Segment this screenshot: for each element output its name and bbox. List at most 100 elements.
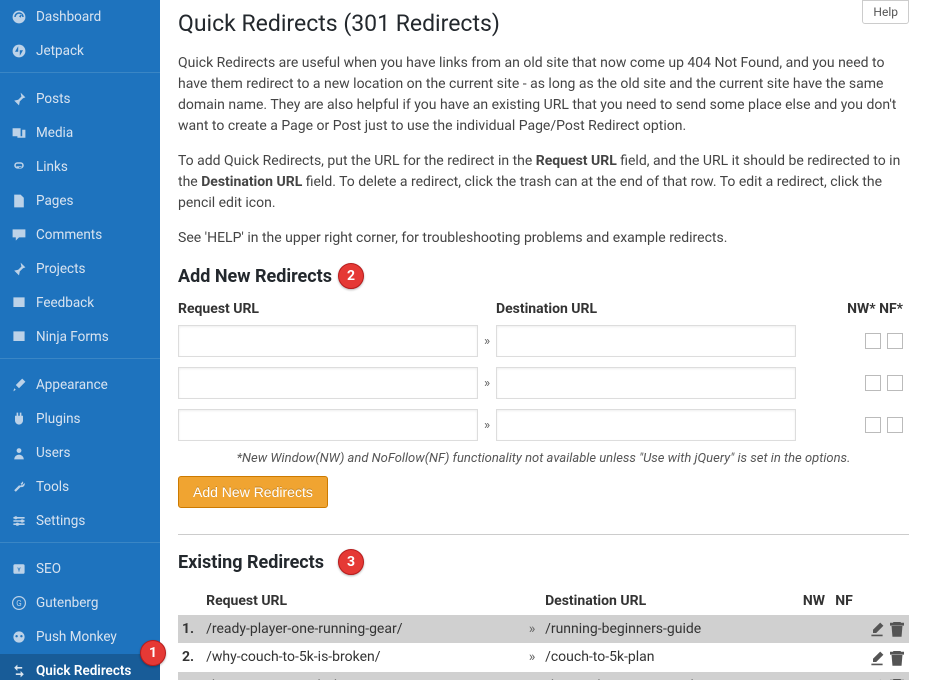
row-destination-url: /how-to-lose-150-pounds: [541, 672, 799, 680]
request-url-input[interactable]: [178, 409, 478, 441]
sidebar-separator: [0, 358, 160, 364]
table-row: 3./harry-potter-weight-loss/»/how-to-los…: [178, 672, 909, 680]
link-icon: [10, 158, 28, 176]
page-title: Quick Redirects (301 Redirects): [178, 10, 500, 37]
svg-text:G: G: [16, 599, 21, 608]
sidebar-label: Posts: [36, 91, 70, 107]
sidebar-label: Push Monkey: [36, 629, 117, 645]
sidebar-item-seo[interactable]: Y SEO: [0, 552, 160, 586]
intro-paragraph-1: Quick Redirects are useful when you have…: [178, 53, 909, 137]
circle-dot-icon: [10, 42, 28, 60]
arrow-icon: »: [478, 376, 496, 391]
add-row: »: [178, 409, 909, 441]
destination-url-input[interactable]: [496, 367, 796, 399]
sidebar-label: Feedback: [36, 295, 94, 311]
col-header-request: Request URL: [202, 587, 523, 615]
trash-icon[interactable]: [885, 649, 905, 665]
trash-icon[interactable]: [885, 621, 905, 637]
sidebar-label: Quick Redirects: [36, 663, 131, 679]
existing-redirects-table: Request URL Destination URL NW NF 1./rea…: [178, 587, 909, 680]
destination-url-input[interactable]: [496, 325, 796, 357]
sidebar-item-pages[interactable]: Pages: [0, 184, 160, 218]
sidebar-item-ninja-forms[interactable]: Ninja Forms: [0, 320, 160, 354]
sidebar-item-quick-redirects[interactable]: Quick Redirects: [0, 654, 160, 680]
sidebar-item-push-monkey[interactable]: Push Monkey: [0, 620, 160, 654]
monkey-icon: [10, 628, 28, 646]
col-header-nw: NW: [799, 587, 829, 615]
nw-checkbox[interactable]: [865, 375, 881, 391]
sidebar-label: Media: [36, 125, 73, 141]
nw-checkbox[interactable]: [865, 417, 881, 433]
wrench-icon: [10, 478, 28, 496]
media-icon: [10, 124, 28, 142]
sidebar-label: Pages: [36, 193, 74, 209]
pin-icon: [10, 260, 28, 278]
edit-icon[interactable]: [865, 649, 885, 665]
nw-checkbox[interactable]: [865, 333, 881, 349]
pin-icon: [10, 90, 28, 108]
redirect-icon: [10, 662, 28, 680]
gutenberg-icon: G: [10, 594, 28, 612]
sidebar-separator: [0, 542, 160, 548]
sidebar-label: Links: [36, 159, 68, 175]
existing-redirects-heading: Existing Redirects 3: [178, 549, 909, 575]
sidebar-item-comments[interactable]: Comments: [0, 218, 160, 252]
svg-text:Y: Y: [17, 567, 21, 573]
nf-checkbox[interactable]: [887, 333, 903, 349]
sidebar-item-projects[interactable]: Projects: [0, 252, 160, 286]
arrow-icon: »: [478, 334, 496, 349]
annotation-badge-3: 3: [338, 549, 364, 575]
add-redirects-button[interactable]: Add New Redirects: [178, 476, 328, 508]
sidebar-label: Comments: [36, 227, 102, 243]
row-request-url: /why-couch-to-5k-is-broken/: [202, 643, 523, 671]
sidebar-item-gutenberg[interactable]: GGutenberg: [0, 586, 160, 620]
feedback-icon: [10, 294, 28, 312]
sidebar-item-jetpack[interactable]: Jetpack: [0, 34, 160, 68]
sidebar-label: SEO: [36, 561, 61, 577]
sidebar-label: Tools: [36, 479, 69, 495]
row-destination-url: /running-beginners-guide: [541, 615, 799, 643]
nf-checkbox[interactable]: [887, 417, 903, 433]
row-request-url: /harry-potter-weight-loss/: [202, 672, 523, 680]
admin-sidebar: Dashboard Jetpack Posts Media Links Page…: [0, 0, 160, 680]
brush-icon: [10, 376, 28, 394]
add-row: »: [178, 325, 909, 357]
arrow-icon: »: [478, 418, 496, 433]
sidebar-item-plugins[interactable]: Plugins: [0, 402, 160, 436]
sidebar-item-settings[interactable]: Settings: [0, 504, 160, 538]
sidebar-item-posts[interactable]: Posts: [0, 82, 160, 116]
row-number: 2.: [178, 643, 202, 671]
intro-paragraph-3: See 'HELP' in the upper right corner, fo…: [178, 228, 909, 249]
request-url-input[interactable]: [178, 325, 478, 357]
plugin-icon: [10, 410, 28, 428]
add-form-header: Request URL Destination URL NW* NF*: [178, 301, 909, 317]
section-divider: [178, 534, 909, 535]
comment-icon: [10, 226, 28, 244]
sidebar-item-appearance[interactable]: Appearance: [0, 368, 160, 402]
edit-icon[interactable]: [865, 621, 885, 637]
main-content: Quick Redirects (301 Redirects) Help Qui…: [160, 0, 929, 680]
nf-checkbox[interactable]: [887, 375, 903, 391]
annotation-badge-1: 1: [140, 640, 166, 666]
row-request-url: /ready-player-one-running-gear/: [202, 615, 523, 643]
sidebar-item-media[interactable]: Media: [0, 116, 160, 150]
add-redirects-heading: Add New Redirects 2: [178, 263, 909, 289]
sidebar-item-users[interactable]: Users: [0, 436, 160, 470]
sidebar-label: Settings: [36, 513, 85, 529]
sidebar-item-links[interactable]: Links: [0, 150, 160, 184]
arrow-icon: »: [523, 672, 541, 680]
gauge-icon: [10, 8, 28, 26]
sidebar-item-feedback[interactable]: Feedback: [0, 286, 160, 320]
page-icon: [10, 192, 28, 210]
sidebar-label: Dashboard: [36, 9, 101, 25]
help-button[interactable]: Help: [862, 0, 909, 24]
row-number: 1.: [178, 615, 202, 643]
sidebar-item-tools[interactable]: Tools: [0, 470, 160, 504]
sidebar-item-dashboard[interactable]: Dashboard: [0, 0, 160, 34]
destination-url-input[interactable]: [496, 409, 796, 441]
row-destination-url: /couch-to-5k-plan: [541, 643, 799, 671]
table-row: 1./ready-player-one-running-gear/»/runni…: [178, 615, 909, 643]
sidebar-label: Ninja Forms: [36, 329, 109, 345]
request-url-input[interactable]: [178, 367, 478, 399]
col-header-nf: NF: [829, 587, 859, 615]
